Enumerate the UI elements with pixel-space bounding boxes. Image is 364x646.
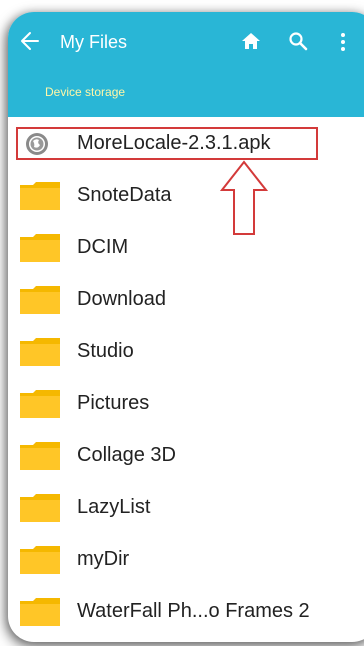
phone-screen: My Files Device storage MoreLocale-2.3.1… [8,12,364,642]
folder-name: Collage 3D [77,444,176,466]
page-title: My Files [60,32,127,52]
highlight-box [16,127,318,160]
folder-icon [20,390,60,418]
folder-item[interactable]: Pictures [8,377,364,429]
file-list: MoreLocale-2.3.1.apk SnoteData DCIM Down… [8,117,364,637]
breadcrumb[interactable]: Device storage [45,84,125,100]
folder-icon [20,234,60,262]
folder-name: WaterFall Ph...o Frames 2 [77,600,310,622]
folder-icon [20,286,60,314]
folder-icon [20,182,60,210]
arrow-up-icon [220,160,268,235]
app-bar: My Files Device storage [8,12,364,117]
search-icon[interactable] [288,31,308,51]
folder-name: LazyList [77,496,151,518]
folder-name: Pictures [77,392,150,414]
folder-item[interactable]: Studio [8,325,364,377]
home-icon[interactable] [241,31,261,51]
folder-icon [20,338,60,366]
folder-icon [20,546,60,574]
folder-name: Studio [77,340,134,362]
folder-item[interactable]: LazyList [8,481,364,533]
folder-name: DCIM [77,236,129,258]
folder-item[interactable]: WaterFall Ph...o Frames 2 [8,585,364,637]
folder-item[interactable]: DCIM [8,221,364,273]
file-item-morelocale-apk[interactable]: MoreLocale-2.3.1.apk [8,117,364,169]
folder-icon [20,598,60,626]
folder-name: SnoteData [77,184,172,206]
folder-name: Download [77,288,166,310]
folder-icon [20,494,60,522]
folder-item[interactable]: Download [8,273,364,325]
folder-item[interactable]: SnoteData [8,169,364,221]
folder-name: myDir [77,548,130,570]
more-options-icon[interactable] [339,31,347,53]
back-arrow-icon[interactable] [18,30,40,52]
folder-item[interactable]: myDir [8,533,364,585]
page: My Files Device storage MoreLocale-2.3.1… [0,0,364,646]
folder-item[interactable]: Collage 3D [8,429,364,481]
folder-icon [20,442,60,470]
